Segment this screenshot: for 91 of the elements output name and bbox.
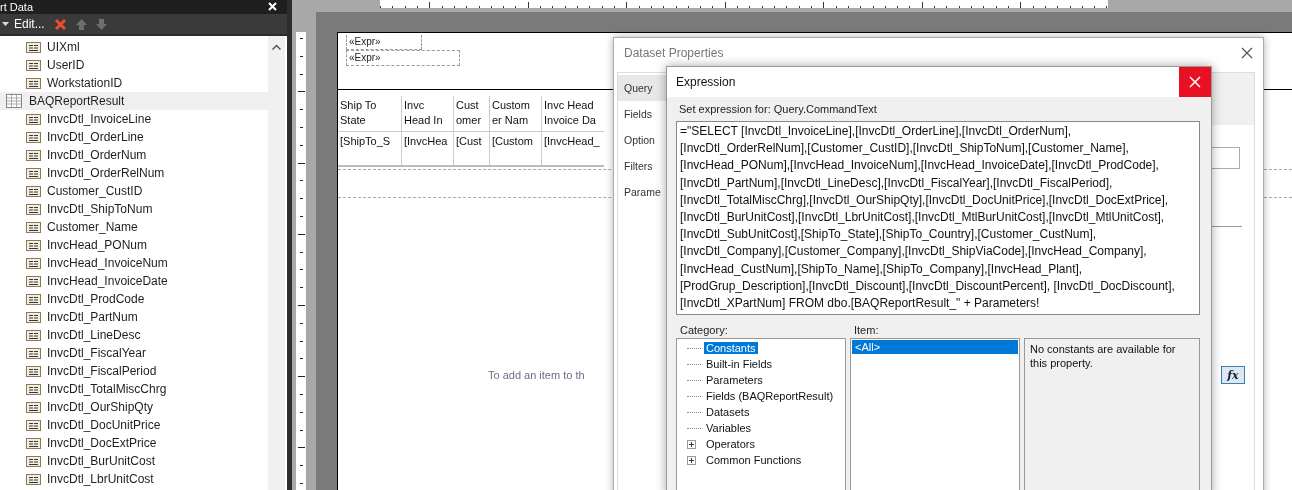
field-icon bbox=[26, 131, 41, 143]
hint-text: To add an item to th bbox=[488, 369, 585, 383]
tree-item[interactable]: InvcDtl_OurShipQty bbox=[0, 398, 268, 416]
tree-item[interactable]: InvcHead_InvoiceDate bbox=[0, 272, 268, 290]
table-header-cell[interactable]: Custom er Nam bbox=[490, 96, 542, 132]
field-icon bbox=[26, 257, 41, 269]
field-icon bbox=[26, 473, 41, 485]
tree-item[interactable]: BAQReportResult bbox=[0, 92, 268, 110]
field-icon bbox=[26, 239, 41, 251]
table-cell[interactable]: [Custom bbox=[490, 132, 542, 165]
category-label: Category: bbox=[680, 324, 729, 338]
table-header-cell[interactable]: Invc Head Invoice Da bbox=[542, 96, 604, 132]
field-icon bbox=[26, 347, 41, 359]
close-button[interactable] bbox=[1179, 67, 1211, 97]
category-item[interactable]: Parameters bbox=[704, 374, 765, 386]
field-icon bbox=[26, 437, 41, 449]
tree-item[interactable]: InvcDtl_BurUnitCost bbox=[0, 452, 268, 470]
field-icon bbox=[26, 293, 41, 305]
tree-item[interactable]: InvcDtl_FiscalPeriod bbox=[0, 362, 268, 380]
expression-textbox[interactable]: «Expr» bbox=[346, 50, 460, 66]
expression-field[interactable]: ="SELECT [InvcDtl_InvoiceLine],[InvcDtl_OrderLine],[InvcDtl_OrderNum], [InvcDtl_OrderRelNum],[Customer_CustID],[InvcDtl_ShipToNum],[Customer_Name], [InvcHead_PONum],[InvcHead_InvoiceNum],[InvcHead_InvoiceDate],[InvcDtl_ProdCode], [InvcDtl_PartNum],[InvcDtl_LineDesc],[InvcDtl_FiscalYear],[InvcDtl_FiscalPeriod], [InvcDtl_TotalMiscChrg],[InvcDtl_OurShipQty],[InvcDtl_DocUnitPrice],[InvcDtl_DocExtPrice], [InvcDtl_BurUnitCost],[InvcDtl_LbrUnitCost],[InvcDtl_MtlBurUnitCost],[InvcDtl_MtlUnitCost], [InvcDtl_SubUnitCost],[ShipTo_State],[ShipTo_Country],[Customer_CustNum], [InvcDtl_Company],[Customer_Company],[InvcDtl_ShipViaCode],[InvcHead_Company], [InvcHead_CustNum],[ShipTo_Name],[ShipTo_Company],[InvcHead_Plant], [ProdGrup_Description],[InvcDtl_Discount],[InvcDtl_DiscountPercent], [InvcDtl_DocDiscount],[InvcDtl_XPartNum] FROM dbo.[BAQReportResult_" + Parameters! bbox=[676, 121, 1200, 315]
dialog-title: Expression bbox=[676, 75, 736, 89]
table-header-cell[interactable]: Ship To State bbox=[338, 96, 402, 132]
edit-button[interactable]: Edit... bbox=[14, 17, 45, 31]
tree-item[interactable]: InvcDtl_InvoiceLine bbox=[0, 110, 268, 128]
description-text: No constants are available for this property. bbox=[1030, 343, 1176, 369]
dialog-title: Dataset Properties bbox=[624, 46, 724, 60]
tree-item[interactable]: InvcDtl_OrderNum bbox=[0, 146, 268, 164]
item-label: Item: bbox=[854, 324, 880, 338]
field-icon bbox=[26, 149, 41, 161]
delete-icon[interactable] bbox=[53, 17, 67, 31]
field-icon bbox=[26, 167, 41, 179]
category-item[interactable]: Operators bbox=[704, 438, 757, 450]
table-cell[interactable]: [ShipTo_S bbox=[338, 132, 402, 165]
field-icon bbox=[26, 203, 41, 215]
field-icon bbox=[26, 383, 41, 395]
table-header-cell[interactable]: Invc Head In bbox=[402, 96, 454, 132]
expand-icon[interactable] bbox=[687, 439, 696, 449]
tree-item[interactable]: InvcDtl_LineDesc bbox=[0, 326, 268, 344]
table-cell[interactable]: [InvcHead_ bbox=[542, 132, 604, 165]
tree-item[interactable]: WorkstationID bbox=[0, 74, 268, 92]
category-item[interactable]: Constants bbox=[704, 342, 758, 354]
scroll-up-icon[interactable] bbox=[272, 44, 281, 50]
tree-item[interactable]: Customer_CustID bbox=[0, 182, 268, 200]
panel-title: rt Data bbox=[0, 1, 33, 14]
prompt-label: Set expression for: Query.CommandText bbox=[679, 103, 878, 116]
tree-item[interactable]: InvcDtl_OrderLine bbox=[0, 128, 268, 146]
tree-item[interactable]: InvcDtl_ShipToNum bbox=[0, 200, 268, 218]
table-cell[interactable]: [InvcHea bbox=[402, 132, 454, 165]
field-icon bbox=[26, 329, 41, 341]
category-item[interactable]: Variables bbox=[704, 422, 754, 434]
expression-textbox[interactable]: «Expr» bbox=[346, 35, 422, 50]
tree-item[interactable]: InvcDtl_OrderRelNum bbox=[0, 164, 268, 182]
tree-item[interactable]: InvcDtl_DocExtPrice bbox=[0, 434, 268, 452]
field-icon bbox=[26, 401, 41, 413]
field-icon bbox=[26, 221, 41, 233]
field-icon bbox=[26, 419, 41, 431]
tree-item[interactable]: Customer_Name bbox=[0, 218, 268, 236]
table-cell[interactable]: [Cust bbox=[454, 132, 490, 165]
field-icon bbox=[26, 41, 41, 53]
field-icon bbox=[26, 455, 41, 467]
expression-button[interactable]: fx bbox=[1221, 366, 1245, 384]
list-item[interactable]: <All> bbox=[852, 340, 1018, 354]
table-icon bbox=[6, 94, 22, 108]
field-icon bbox=[26, 77, 41, 89]
close-icon[interactable] bbox=[1241, 47, 1253, 59]
tree-item[interactable]: InvcDtl_PartNum bbox=[0, 308, 268, 326]
tree-item[interactable]: InvcDtl_ProdCode bbox=[0, 290, 268, 308]
tree-item[interactable]: InvcHead_InvoiceNum bbox=[0, 254, 268, 272]
tree-item[interactable]: InvcDtl_TotalMiscChrg bbox=[0, 380, 268, 398]
tree-item[interactable]: InvcDtl_FiscalYear bbox=[0, 344, 268, 362]
tree-item[interactable]: InvcHead_PONum bbox=[0, 236, 268, 254]
category-item[interactable]: Datasets bbox=[704, 406, 752, 418]
tree-item[interactable]: UserID bbox=[0, 56, 268, 74]
category-item[interactable]: Fields (BAQReportResult) bbox=[704, 390, 836, 402]
field-icon bbox=[26, 185, 41, 197]
tree-item[interactable]: UIXml bbox=[0, 38, 268, 56]
field-icon bbox=[26, 59, 41, 71]
dropdown-caret-icon[interactable] bbox=[2, 21, 9, 27]
category-item[interactable]: Built-in Fields bbox=[704, 358, 775, 370]
close-icon bbox=[1189, 76, 1201, 88]
field-icon bbox=[26, 113, 41, 125]
field-icon bbox=[26, 365, 41, 377]
field-icon bbox=[26, 311, 41, 323]
tree-item[interactable]: InvcDtl_LbrUnitCost bbox=[0, 470, 268, 488]
table-header-cell[interactable]: Cust omer bbox=[454, 96, 490, 132]
field-icon bbox=[26, 275, 41, 287]
tree-item[interactable]: InvcDtl_DocUnitPrice bbox=[0, 416, 268, 434]
expand-icon[interactable] bbox=[687, 455, 696, 465]
scrollbar[interactable] bbox=[268, 36, 285, 490]
category-item[interactable]: Common Functions bbox=[704, 454, 804, 466]
